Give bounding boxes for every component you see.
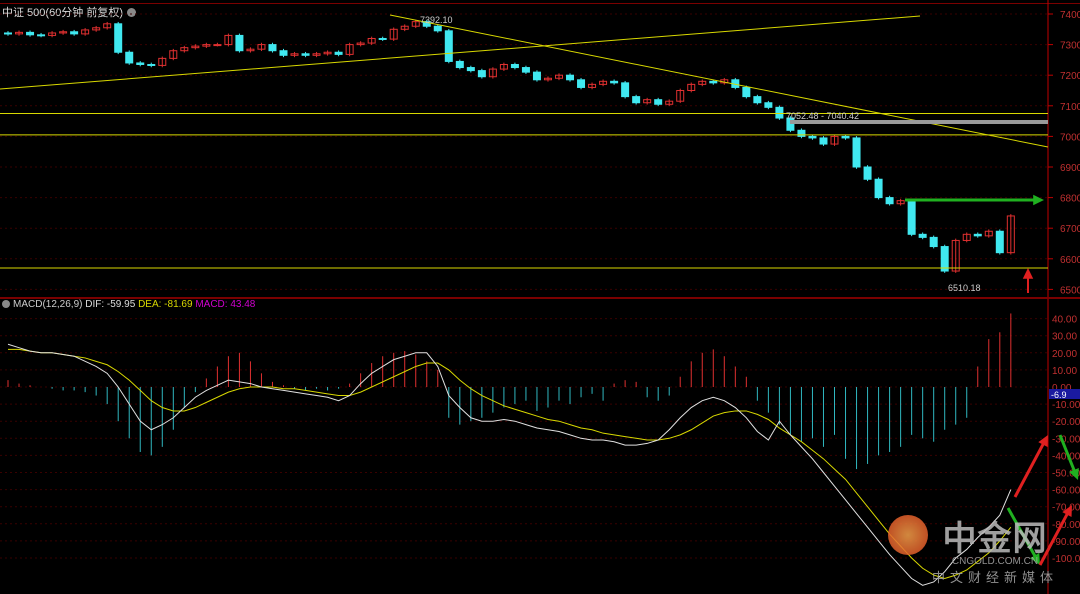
red-arrow-icon-head	[1022, 268, 1034, 279]
candlestick	[819, 137, 828, 145]
candlestick	[477, 70, 486, 78]
candlestick	[455, 60, 464, 69]
candlestick	[279, 50, 288, 56]
macd-tick-label: -10.00	[1052, 400, 1080, 411]
candlestick	[797, 129, 806, 137]
gap-label: 7052.48 - 7040.42	[786, 111, 859, 121]
candlestick	[841, 135, 850, 139]
candlestick	[874, 178, 883, 199]
candlestick	[808, 135, 817, 139]
candlestick	[301, 53, 310, 56]
candlestick	[654, 99, 663, 105]
red-arrow-icon	[1013, 441, 1046, 498]
candlestick	[268, 44, 277, 52]
price-tick-label: 7300	[1060, 41, 1080, 52]
price-tick-label: 7200	[1060, 71, 1080, 82]
candlestick	[610, 80, 619, 84]
candlestick	[753, 96, 762, 104]
watermark-logo: 中金网 CNGOLD.COM.CN 中文财经新媒体	[887, 511, 1058, 586]
candlestick	[532, 71, 541, 81]
macd-tick-label: -60.00	[1052, 486, 1080, 497]
macd-tick-label: -30.00	[1052, 434, 1080, 445]
macd-tick-label: 10.00	[1052, 366, 1077, 377]
candlestick	[907, 200, 916, 235]
price-tick-label: 7400	[1060, 10, 1080, 21]
candlestick	[37, 34, 46, 37]
candlestick	[70, 31, 79, 35]
candlestick	[378, 37, 387, 40]
logo-cn: 中金网	[942, 520, 1048, 558]
price-tick-label: 6600	[1060, 255, 1080, 266]
trend-line-up	[0, 15, 921, 90]
candlestick	[918, 233, 927, 238]
candlestick	[775, 106, 784, 119]
candlestick	[136, 62, 145, 65]
candlestick	[709, 80, 718, 84]
logo-sub: 中文财经新媒体	[931, 570, 1058, 585]
stock-chart[interactable]: 7400 7300 7200 7100 7000 6900 6800 6700 6600 6500…	[0, 0, 1080, 594]
candlestick	[577, 79, 586, 88]
dif-line	[7, 343, 1012, 586]
candlestick	[995, 230, 1004, 254]
macd-tick-label: 40.00	[1052, 315, 1077, 326]
price-tick-label: 6800	[1060, 194, 1080, 205]
candlestick	[444, 30, 453, 62]
price-tick-label: 7100	[1060, 102, 1080, 113]
candlestick	[764, 102, 773, 108]
macd-tick-label: 30.00	[1052, 332, 1077, 343]
low-label: 6510.18	[948, 283, 981, 293]
candlestick	[433, 25, 442, 32]
candlestick	[147, 63, 156, 66]
macd-tick-label: -20.00	[1052, 417, 1080, 428]
candlestick	[235, 34, 244, 52]
candlestick	[929, 236, 938, 248]
candlestick	[466, 67, 475, 72]
candlestick	[213, 44, 222, 47]
candlestick	[852, 137, 861, 168]
candlestick	[125, 51, 134, 64]
candlestick	[26, 31, 35, 36]
price-tick-label: 7000	[1060, 132, 1080, 143]
trend-line-down	[389, 14, 1049, 148]
dea-line	[8, 348, 1012, 580]
candlestick	[885, 197, 894, 205]
candlestick	[742, 86, 751, 98]
price-tick-label: 6900	[1060, 163, 1080, 174]
candlestick	[114, 23, 123, 53]
candlestick	[521, 67, 530, 73]
candlestick	[334, 51, 343, 55]
candlestick	[863, 166, 872, 180]
candlestick	[566, 74, 575, 81]
price-tick-label: 6500	[1060, 285, 1080, 296]
logo-icon	[887, 515, 928, 555]
price-tick-label: 6700	[1060, 224, 1080, 235]
green-arrow-icon-head	[1033, 194, 1044, 206]
macd-tick-label: 20.00	[1052, 349, 1077, 360]
high-label: 7392.10	[420, 15, 453, 25]
candlestick	[632, 96, 641, 104]
candlestick	[4, 32, 12, 35]
current-value-label: -6.9	[1051, 390, 1067, 400]
candlestick	[621, 82, 630, 98]
candlestick	[973, 233, 982, 237]
candlestick	[940, 246, 949, 272]
candlestick	[510, 63, 519, 69]
